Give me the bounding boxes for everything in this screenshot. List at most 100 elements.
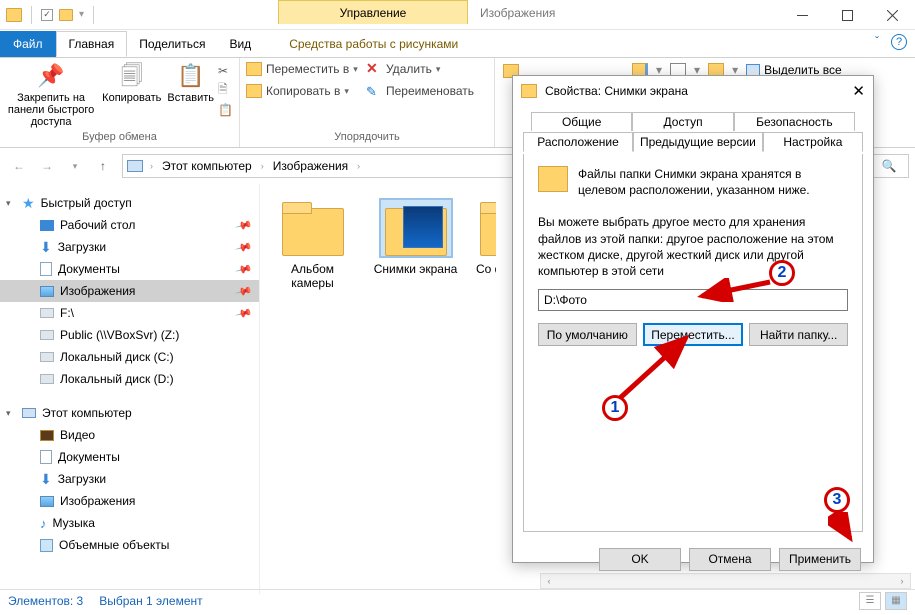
thispc-icon: [22, 408, 36, 418]
annotation-arrow-2: [696, 278, 778, 302]
nav-recent-button[interactable]: ▾: [62, 153, 88, 179]
minimize-button[interactable]: [780, 0, 825, 30]
status-item-count: Элементов: 3: [8, 594, 83, 608]
nav-pictures2[interactable]: Изображения: [0, 490, 259, 512]
dialog-body-folder-icon: [538, 166, 568, 192]
dialog-title-bar[interactable]: Свойства: Снимки экрана ✕: [513, 76, 873, 106]
dialog-title: Свойства: Снимки экрана: [545, 84, 688, 98]
rename-icon: ✎: [366, 84, 382, 98]
picture-tools-tab[interactable]: Средства работы с рисунками: [277, 31, 470, 57]
location-description-2: Вы можете выбрать другое место для хране…: [538, 214, 848, 279]
copy-to-button[interactable]: Копировать в: [246, 84, 358, 98]
file-tab[interactable]: Файл: [0, 31, 56, 57]
video-icon: [40, 430, 54, 441]
tab-access[interactable]: Доступ: [632, 112, 733, 131]
nav-forward-button[interactable]: →: [34, 153, 60, 179]
share-tab[interactable]: Поделиться: [127, 31, 217, 57]
desktop-icon: [40, 220, 54, 231]
nav-local-d[interactable]: Локальный диск (D:): [0, 368, 259, 390]
nav-downloads[interactable]: ⬇Загрузки📌: [0, 236, 259, 258]
nav-3dobjects[interactable]: Объемные объекты: [0, 534, 259, 556]
pin-icon: 📌: [235, 260, 253, 278]
drive-icon: [40, 374, 54, 384]
ok-button[interactable]: OK: [599, 548, 681, 571]
tab-previous-versions[interactable]: Предыдущие версии: [633, 132, 763, 152]
nav-documents[interactable]: Документы📌: [0, 258, 259, 280]
annotation-1: 1: [602, 395, 628, 421]
ribbon-collapse-chevron[interactable]: ˇ: [875, 34, 879, 50]
nav-documents2[interactable]: Документы: [0, 446, 259, 468]
nav-local-c[interactable]: Локальный диск (C:): [0, 346, 259, 368]
file-name: Снимки экрана: [373, 262, 458, 276]
nav-desktop[interactable]: Рабочий стол📌: [0, 214, 259, 236]
rename-button[interactable]: ✎Переименовать: [366, 84, 486, 98]
copy-path-icon: 🗎: [218, 80, 228, 101]
pin-to-quick-access-button[interactable]: 📌 Закрепить на панели быстрого доступа: [6, 62, 96, 128]
move-to-button[interactable]: Переместить в: [246, 62, 358, 76]
home-tab[interactable]: Главная: [56, 31, 128, 57]
copy-path-button[interactable]: 🗎: [218, 80, 233, 101]
delete-button[interactable]: ✕Удалить: [366, 62, 486, 76]
tab-general[interactable]: Общие: [531, 112, 632, 131]
nav-music[interactable]: ♪Музыка: [0, 512, 259, 534]
annotation-arrow-3: [828, 512, 858, 544]
paste-shortcut-icon: 📋: [218, 103, 233, 117]
star-icon: ★: [22, 195, 35, 212]
nav-public[interactable]: Public (\\VBoxSvr) (Z:): [0, 324, 259, 346]
tab-security[interactable]: Безопасность: [734, 112, 855, 131]
dialog-close-button[interactable]: ✕: [852, 82, 865, 100]
copyto-icon: [246, 84, 262, 98]
pin-icon: 📌: [235, 238, 253, 256]
copy-button[interactable]: 🗐 Копировать: [102, 62, 161, 104]
find-target-button[interactable]: Найти папку...: [749, 323, 848, 346]
nav-this-pc[interactable]: ▾Этот компьютер: [0, 402, 259, 424]
qat-folder-icon[interactable]: [59, 9, 73, 21]
nav-drive-f[interactable]: F:\📌: [0, 302, 259, 324]
file-name: Альбом камеры: [270, 262, 355, 290]
window-title: Изображения: [480, 6, 555, 20]
copy-icon: 🗐: [116, 62, 148, 90]
file-screenshots[interactable]: Снимки экрана: [373, 200, 458, 276]
annotation-2: 2: [769, 260, 795, 286]
cancel-button[interactable]: Отмена: [689, 548, 771, 571]
file-camera-roll[interactable]: Альбом камеры: [270, 200, 355, 290]
tab-customize[interactable]: Настройка: [763, 132, 863, 152]
apply-button[interactable]: Применить: [779, 548, 861, 571]
location-description-1: Файлы папки Снимки экрана хранятся в цел…: [578, 166, 848, 198]
details-view-button[interactable]: ☰: [859, 592, 881, 610]
breadcrumb-thispc[interactable]: Этот компьютер: [160, 159, 254, 173]
file-saved-pictures[interactable]: Со ф: [476, 200, 496, 276]
help-button[interactable]: ?: [891, 34, 907, 50]
paste-button[interactable]: 📋 Вставить: [167, 62, 214, 104]
icons-view-button[interactable]: ▦: [885, 592, 907, 610]
dialog-folder-icon: [521, 84, 537, 98]
maximize-button[interactable]: [825, 0, 870, 30]
breadcrumb-pictures[interactable]: Изображения: [271, 159, 350, 173]
scroll-right-button[interactable]: ›: [894, 574, 910, 588]
search-box[interactable]: 🔍: [869, 154, 909, 178]
nav-downloads2[interactable]: ⬇Загрузки: [0, 468, 259, 490]
view-tab[interactable]: Вид: [217, 31, 263, 57]
qat-overflow[interactable]: ▾: [79, 9, 84, 20]
nav-back-button[interactable]: ←: [6, 153, 32, 179]
ribbon-tabs: Файл Главная Поделиться Вид Средства раб…: [0, 30, 915, 58]
qat-checkbox[interactable]: ✓: [41, 9, 53, 21]
folder-icon: [278, 200, 348, 256]
dialog-tabs: Общие Доступ Безопасность Расположение П…: [523, 112, 863, 154]
address-pc-icon: [127, 160, 143, 172]
network-drive-icon: [40, 330, 54, 340]
paste-shortcut-button[interactable]: 📋: [218, 103, 233, 117]
nav-video[interactable]: Видео: [0, 424, 259, 446]
cut-button[interactable]: ✂: [218, 64, 233, 78]
close-button[interactable]: [870, 0, 915, 30]
tab-location[interactable]: Расположение: [523, 132, 633, 152]
download-icon: ⬇: [40, 471, 52, 488]
folder-icon: [381, 200, 451, 256]
nav-pictures[interactable]: Изображения📌: [0, 280, 259, 302]
navigation-pane: ▾★Быстрый доступ Рабочий стол📌 ⬇Загрузки…: [0, 184, 260, 594]
location-path-input[interactable]: [538, 289, 848, 311]
nav-quick-access[interactable]: ▾★Быстрый доступ: [0, 192, 259, 214]
nav-up-button[interactable]: ↑: [90, 153, 116, 179]
drive-icon: [40, 308, 54, 318]
pin-icon: 📌: [35, 62, 67, 90]
